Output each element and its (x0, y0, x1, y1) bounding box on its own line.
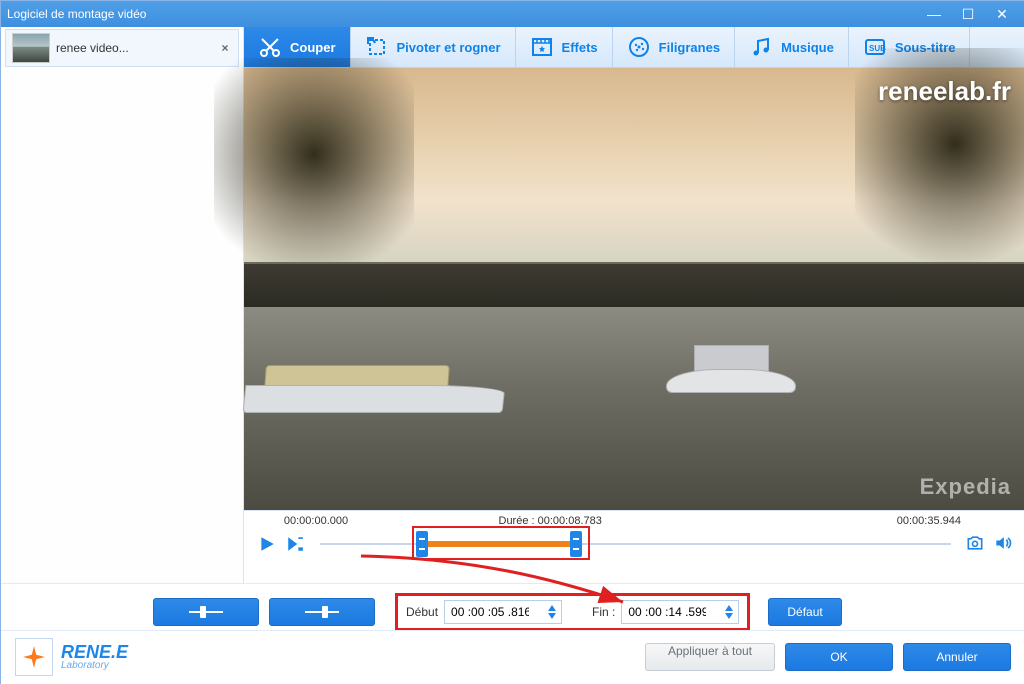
close-button[interactable]: ✕ (985, 4, 1019, 24)
file-thumbnail (12, 33, 50, 63)
file-tab-close-icon[interactable]: × (216, 39, 234, 57)
brand-subtitle: Laboratory (61, 661, 128, 671)
volume-icon[interactable] (993, 533, 1013, 556)
end-time-spin-up-icon[interactable] (724, 604, 734, 612)
set-trim-start-button[interactable] (153, 598, 259, 626)
end-time-spin-down-icon[interactable] (724, 612, 734, 620)
brand-name: RENE.E (61, 643, 128, 661)
timeline-start-time: 00:00:00.000 (256, 515, 376, 527)
play-export-button[interactable] (284, 533, 306, 555)
start-time-field[interactable] (449, 604, 531, 620)
start-time-spin-down-icon[interactable] (547, 612, 557, 620)
couper-icon (258, 35, 282, 59)
file-tab[interactable]: renee video... × (5, 29, 239, 67)
snapshot-icon[interactable] (965, 533, 985, 556)
ok-button[interactable]: OK (785, 643, 893, 671)
effets-icon (530, 35, 554, 59)
filigranes-icon (627, 35, 651, 59)
musique-icon (749, 35, 773, 59)
window-title: Logiciel de montage vidéo (7, 7, 917, 21)
apply-to-all-button[interactable]: Appliquer à tout (645, 643, 775, 671)
tab-label: Musique (781, 40, 834, 55)
play-button[interactable] (256, 533, 278, 555)
minimize-button[interactable]: — (917, 4, 951, 24)
end-time-field[interactable] (626, 604, 708, 620)
trim-start-handle[interactable] (416, 531, 428, 557)
title-bar: Logiciel de montage vidéo — ☐ ✕ (1, 1, 1024, 27)
tab-label: Filigranes (659, 40, 720, 55)
start-time-label: Début (406, 605, 438, 619)
brand-logo-icon (15, 638, 53, 676)
pivoter-icon (365, 35, 389, 59)
tab-filigranes[interactable]: Filigranes (613, 27, 735, 67)
time-range-group: Début Fin : (395, 593, 750, 631)
start-time-spin-up-icon[interactable] (547, 604, 557, 612)
start-time-input[interactable] (444, 600, 562, 624)
brand-logo: RENE.E Laboratory (15, 638, 128, 676)
file-name: renee video... (56, 41, 216, 55)
end-time-input[interactable] (621, 600, 739, 624)
tab-label: Pivoter et rogner (397, 40, 501, 55)
set-trim-end-button[interactable] (269, 598, 375, 626)
tab-label: Couper (290, 40, 336, 55)
tab-effets[interactable]: Effets (516, 27, 613, 67)
trim-end-handle[interactable] (570, 531, 582, 557)
playback-controls: 00:00:00.000 Durée : 00:00:08.783 00:00:… (244, 510, 1024, 583)
file-sidebar: renee video... × (1, 27, 244, 583)
tab-label: Effets (562, 40, 598, 55)
timeline-end-time: 00:00:35.944 (841, 515, 1013, 527)
maximize-button[interactable]: ☐ (951, 4, 985, 24)
timeline-track[interactable] (320, 536, 951, 552)
tab-musique[interactable]: Musique (735, 27, 849, 67)
footer: RENE.E Laboratory Appliquer à tout OK An… (1, 630, 1024, 683)
watermark-source: Expedia (920, 474, 1011, 500)
end-time-label: Fin : (592, 605, 615, 619)
reset-times-button[interactable]: Défaut (768, 598, 841, 626)
cancel-button[interactable]: Annuler (903, 643, 1011, 671)
watermark-reneelab: reneelab.fr (878, 76, 1011, 107)
video-preview[interactable]: reneelab.fr Expedia (244, 68, 1024, 510)
